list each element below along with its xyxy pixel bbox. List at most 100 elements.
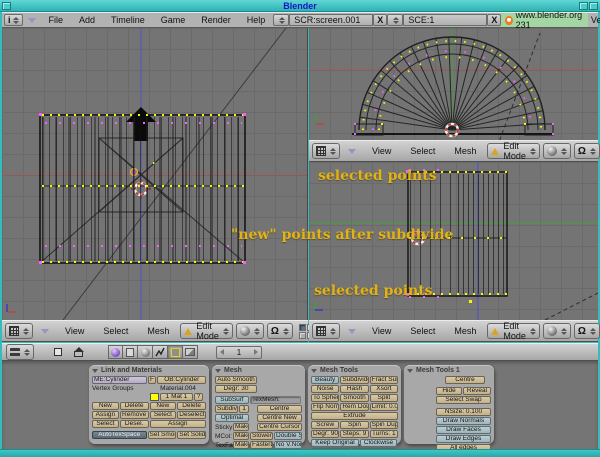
degr-field[interactable]: Degr: 30 xyxy=(215,385,257,393)
screen-name-field[interactable]: SCR:screen.001 xyxy=(289,14,373,26)
spin-dup-button[interactable]: Spin Dup xyxy=(370,421,398,429)
vgroup-select-button[interactable]: Select xyxy=(92,420,119,428)
smooth-button[interactable]: Smooth xyxy=(340,394,368,402)
panel-header[interactable]: Mesh Tools xyxy=(311,366,398,375)
proportional-edit-dropdown[interactable]: Ω xyxy=(267,323,293,339)
scene-delete-button[interactable]: X xyxy=(487,14,501,26)
panel-collapse-icon[interactable] xyxy=(407,369,413,373)
panel-align-button[interactable] xyxy=(50,345,66,359)
faster-draw-button[interactable]: FasterDraw xyxy=(250,441,273,449)
turns-field[interactable]: Turns: 1 xyxy=(370,430,398,438)
menu-render[interactable]: Render xyxy=(193,15,239,25)
texface-make-button[interactable]: Make xyxy=(233,441,249,449)
window-maximize-button[interactable] xyxy=(579,2,588,10)
object-name-field[interactable]: OB:Cylinder xyxy=(157,376,206,384)
flip-normals-button[interactable]: Flip Norm xyxy=(311,403,339,411)
material-assign-button[interactable]: Assign xyxy=(150,420,206,428)
centre-cursor-button[interactable]: Centre Cursor xyxy=(257,423,302,431)
object-context-button[interactable] xyxy=(153,345,168,359)
optimal-toggle[interactable]: Optimal xyxy=(215,414,249,422)
vgroup-new-button[interactable]: New xyxy=(92,402,119,410)
auto-smooth-toggle[interactable]: Auto Smooth xyxy=(215,376,257,384)
menu-select[interactable]: Select xyxy=(402,146,443,156)
mcol-make-button[interactable]: Make xyxy=(233,432,249,440)
proportional-edit-dropdown[interactable]: Ω xyxy=(574,143,600,159)
panel-header[interactable]: Mesh Tools 1 xyxy=(407,366,491,375)
editing-context-button[interactable] xyxy=(168,345,183,359)
panel-collapse-icon[interactable] xyxy=(215,369,221,373)
no-vnormal-flip-toggle[interactable]: No V.Normal Flip xyxy=(274,441,302,449)
menu-mesh[interactable]: Mesh xyxy=(139,326,177,336)
screen-delete-button[interactable]: X xyxy=(373,14,387,26)
reveal-button[interactable]: Reveal xyxy=(463,387,491,395)
collapse-menu-icon[interactable] xyxy=(348,329,356,334)
menu-game[interactable]: Game xyxy=(153,15,194,25)
material-question-button[interactable]: ? xyxy=(194,393,203,401)
menu-view[interactable]: View xyxy=(364,326,399,336)
slower-draw-button[interactable]: SlowerDraw xyxy=(250,432,273,440)
shading-context-button[interactable] xyxy=(138,345,153,359)
subdivide-button[interactable]: Subdivide xyxy=(340,376,368,384)
extrude-button[interactable]: Extrude xyxy=(311,412,398,420)
vgroup-delete-button[interactable]: Delete xyxy=(120,402,149,410)
panel-header[interactable]: Link and Materials xyxy=(92,366,206,375)
logic-context-button[interactable] xyxy=(108,345,123,359)
script-context-button[interactable] xyxy=(123,345,138,359)
hide-button[interactable]: Hide xyxy=(436,387,462,395)
panel-collapse-icon[interactable] xyxy=(311,369,317,373)
menu-file[interactable]: File xyxy=(41,15,72,25)
menu-mesh[interactable]: Mesh xyxy=(446,146,484,156)
centre-button[interactable]: Centre xyxy=(257,405,302,413)
steps-field[interactable]: Steps: 9 xyxy=(340,430,368,438)
viewport-top[interactable] xyxy=(309,28,598,140)
spin-button[interactable]: Spin xyxy=(340,421,368,429)
xsort-button[interactable]: Xsort xyxy=(370,385,398,393)
collapse-menu-icon[interactable] xyxy=(348,149,356,154)
frame-number-stepper[interactable]: 1 xyxy=(216,346,262,359)
vgroup-assign-button[interactable]: Assign xyxy=(92,411,119,419)
beauty-toggle[interactable]: Beauty xyxy=(311,376,339,384)
menu-view[interactable]: View xyxy=(57,326,92,336)
panel-header[interactable]: Mesh xyxy=(215,366,302,375)
nsize-field[interactable]: NSize: 0.100 xyxy=(436,408,491,416)
scene-name-field[interactable]: SCE:1 xyxy=(403,14,487,26)
window-type-buttons-button[interactable] xyxy=(6,344,34,360)
hash-button[interactable]: Hash xyxy=(340,385,368,393)
fake-user-button[interactable]: F xyxy=(148,376,157,384)
menu-timeline[interactable]: Timeline xyxy=(103,15,153,25)
mode-dropdown[interactable]: Edit Mode xyxy=(487,143,540,159)
fract-subd-button[interactable]: Fract Subd xyxy=(370,376,398,384)
clockwise-toggle[interactable]: Clockwise xyxy=(360,439,397,447)
material-index-stepper[interactable]: 1 Mat 1 xyxy=(160,393,193,401)
centre-button[interactable]: Centre xyxy=(445,376,485,384)
menu-view[interactable]: View xyxy=(364,146,399,156)
material-select-button[interactable]: Select xyxy=(150,411,177,419)
rem-doubles-button[interactable]: Rem Doub xyxy=(340,403,368,411)
material-delete-button[interactable]: Delete xyxy=(177,402,206,410)
draw-mode-dropdown[interactable] xyxy=(543,323,571,339)
material-new-button[interactable]: New xyxy=(150,402,177,410)
keep-original-toggle[interactable]: Keep Original xyxy=(311,439,359,447)
frame-next-icon[interactable] xyxy=(254,349,258,355)
viewport-type-button[interactable] xyxy=(5,323,33,339)
vgroup-remove-button[interactable]: Remove xyxy=(120,411,149,419)
material-color-swatch[interactable] xyxy=(150,393,159,401)
set-solid-button[interactable]: Set Solid xyxy=(177,431,206,439)
limit-field[interactable]: Limit: 0.001 xyxy=(370,403,398,411)
autotexspace-toggle[interactable]: AutoTexSpace xyxy=(92,431,147,439)
viewport-type-button[interactable] xyxy=(312,143,340,159)
menu-add[interactable]: Add xyxy=(71,15,103,25)
screw-button[interactable]: Screw xyxy=(311,421,339,429)
panel-collapse-icon[interactable] xyxy=(92,369,98,373)
mode-dropdown[interactable]: Edit Mode xyxy=(180,323,233,339)
double-sided-toggle[interactable]: Double Sided xyxy=(274,432,302,440)
mesh-datablock-field[interactable]: ME:Cylinder xyxy=(92,376,147,384)
title-bar[interactable]: Blender xyxy=(0,0,600,12)
noise-button[interactable]: Noise xyxy=(311,385,339,393)
draw-normals-toggle[interactable]: Draw Normals xyxy=(436,417,491,425)
menu-help[interactable]: Help xyxy=(239,15,274,25)
menu-select[interactable]: Select xyxy=(95,326,136,336)
menu-select[interactable]: Select xyxy=(402,326,443,336)
collapse-menu-icon[interactable] xyxy=(28,18,36,23)
window-type-info-button[interactable]: i xyxy=(4,14,23,26)
